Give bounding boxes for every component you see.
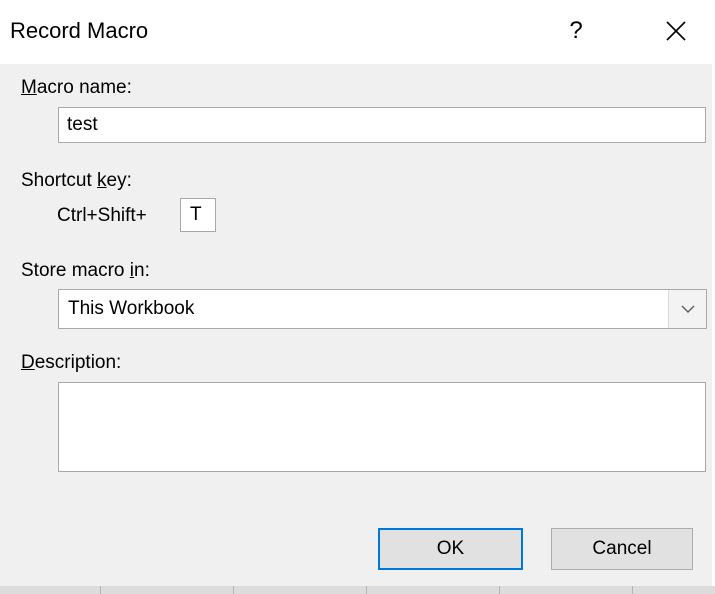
strip-divider: [100, 586, 101, 594]
shortcut-key-input[interactable]: T: [180, 198, 216, 232]
shortcut-modifier-text: Ctrl+Shift+: [57, 205, 147, 226]
store-macro-label: Store macro in:: [21, 260, 150, 281]
strip-divider: [366, 586, 367, 594]
description-textarea[interactable]: [58, 382, 706, 472]
chevron-down-icon: [680, 305, 695, 314]
record-macro-dialog: Record Macro ? Macro name: test Shortcut…: [0, 0, 715, 594]
cancel-button[interactable]: Cancel: [551, 528, 693, 570]
macro-name-value: test: [67, 114, 98, 135]
ok-button[interactable]: OK: [378, 528, 523, 570]
dialog-title: Record Macro: [10, 18, 149, 43]
help-button[interactable]: ?: [552, 10, 600, 52]
background-sheet-strip: [0, 586, 715, 594]
dropdown-button[interactable]: [668, 290, 706, 328]
macro-name-label: Macro name:: [21, 77, 132, 98]
shortcut-key-value: T: [190, 204, 202, 225]
description-label: Description:: [21, 352, 122, 373]
strip-divider: [499, 586, 500, 594]
strip-divider: [233, 586, 234, 594]
close-button[interactable]: [648, 8, 704, 54]
strip-divider: [632, 586, 633, 594]
shortcut-key-label: Shortcut key:: [21, 170, 132, 191]
title-bar: Record Macro ?: [0, 0, 712, 64]
cancel-button-label: Cancel: [592, 538, 652, 559]
store-macro-selected-value: This Workbook: [68, 298, 195, 319]
ok-button-label: OK: [436, 538, 465, 559]
close-icon: [666, 21, 686, 41]
macro-name-input[interactable]: test: [58, 107, 706, 143]
help-icon: ?: [569, 17, 583, 44]
store-macro-select[interactable]: This Workbook: [58, 289, 707, 329]
